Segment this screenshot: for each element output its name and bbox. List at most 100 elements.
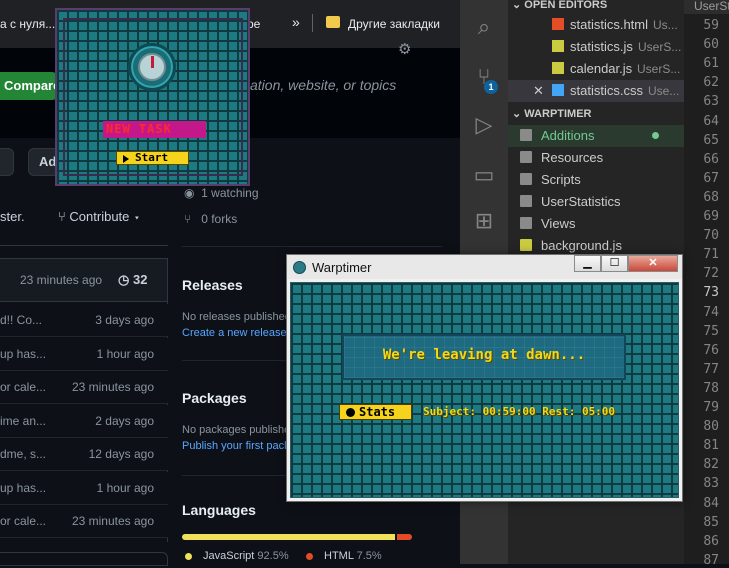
language-pct: 92.5%: [257, 550, 289, 562]
history-icon: ◷: [118, 272, 133, 287]
start-button[interactable]: Start: [116, 151, 189, 165]
folder-item[interactable]: UserStatistics: [508, 191, 684, 213]
folder-item[interactable]: Views: [508, 213, 684, 235]
new-task-input[interactable]: NEW TASK: [103, 121, 206, 138]
folder-item[interactable]: Additions: [508, 125, 684, 147]
timer-readout: Subject: 00:59:00 Rest: 05:00: [423, 405, 616, 418]
compare-button[interactable]: Compare: [0, 72, 60, 100]
packages-heading[interactable]: Packages: [182, 390, 247, 406]
commit-age: 1 hour ago: [96, 480, 154, 495]
watching-link[interactable]: ◉ 1 watching: [184, 186, 259, 200]
html-file-icon: [552, 18, 564, 30]
language-javascript[interactable]: JavaScript 92.5%: [203, 550, 289, 562]
item-name: UserStatistics: [541, 194, 621, 209]
more-bookmarks-icon[interactable]: »: [292, 14, 300, 30]
watching-count: 1 watching: [201, 186, 259, 200]
file-path-hint: Us...: [653, 18, 678, 32]
file-name: statistics.css: [570, 83, 643, 98]
branch-button[interactable]: [0, 148, 14, 176]
editor-tab[interactable]: UserSt: [684, 0, 729, 14]
commit-message[interactable]: or cale...: [0, 380, 70, 394]
language-name: JavaScript: [203, 550, 255, 562]
source-control-badge: 1: [484, 80, 498, 94]
divider: [182, 246, 442, 247]
language-name: HTML: [324, 550, 354, 562]
commit-message[interactable]: d!! Co...: [0, 313, 70, 327]
line-number: 79: [703, 400, 719, 415]
open-editor-item[interactable]: ✕ statistics.css Use...: [508, 80, 684, 102]
item-name: Additions: [541, 128, 595, 143]
folder-icon: [520, 195, 532, 207]
line-number: 59: [703, 18, 719, 33]
other-bookmarks-link[interactable]: Другие закладки: [348, 17, 440, 31]
language-html[interactable]: HTML 7.5%: [324, 550, 382, 562]
branch-status-text: ster.: [0, 209, 25, 224]
js-file-icon: [552, 40, 564, 52]
language-bar-html: [397, 534, 412, 540]
publish-package-link[interactable]: Publish your first packa: [182, 440, 296, 452]
line-number: 72: [703, 266, 719, 282]
item-name: Views: [541, 216, 576, 231]
pie-chart-icon: [346, 408, 355, 417]
folder-item[interactable]: Scripts: [508, 169, 684, 191]
commit-message[interactable]: or cale...: [0, 514, 70, 528]
maximize-button[interactable]: ☐: [601, 255, 628, 272]
file-path-hint: UserS...: [638, 40, 682, 54]
commit-age: 1 hour ago: [96, 346, 154, 361]
open-editor-item[interactable]: statistics.html Us...: [508, 14, 684, 36]
folder-icon: [520, 129, 532, 141]
start-label: Start: [135, 151, 169, 164]
line-number: 70: [703, 228, 719, 244]
file-row[interactable]: up has... 1 hour ago: [0, 337, 168, 371]
extensions-icon[interactable]: ⊞: [472, 208, 496, 234]
html-dot-icon: [306, 553, 313, 560]
commit-message[interactable]: dme, s...: [0, 447, 70, 461]
folder-icon: [520, 217, 532, 229]
line-number: 84: [703, 495, 719, 511]
line-number: 85: [703, 514, 719, 530]
file-row[interactable]: d!! Co... 3 days ago: [0, 304, 168, 337]
forks-link[interactable]: ⑂ 0 forks: [184, 212, 237, 226]
line-number: 81: [703, 438, 719, 454]
open-editor-item[interactable]: calendar.js UserS...: [508, 58, 684, 80]
line-number: 76: [703, 342, 719, 358]
releases-heading[interactable]: Releases: [182, 277, 243, 293]
file-row[interactable]: up has... 1 hour ago: [0, 471, 168, 505]
open-editor-item[interactable]: statistics.js UserS...: [508, 36, 684, 58]
close-icon[interactable]: ✕: [533, 83, 544, 99]
file-row[interactable]: ime an... 2 days ago: [0, 404, 168, 438]
search-icon[interactable]: ⌕: [472, 14, 496, 40]
contribute-button[interactable]: ⑂ Contribute ▾: [58, 209, 141, 224]
chevron-down-icon: ⌄: [512, 0, 525, 11]
line-number: 64: [703, 113, 719, 129]
commit-age: 2 days ago: [95, 413, 154, 428]
releases-text: No releases published: [182, 311, 291, 323]
line-number: 82: [703, 457, 719, 473]
commit-time[interactable]: 23 minutes ago: [20, 273, 102, 287]
open-editors-header[interactable]: ⌄ OPEN EDITORS: [512, 0, 607, 11]
line-number: 78: [703, 380, 719, 396]
workspace-label: WARPTIMER: [524, 108, 592, 120]
eye-icon: ◉: [184, 186, 198, 200]
stats-label: Stats: [359, 405, 396, 419]
minimize-button[interactable]: ▁: [574, 255, 601, 272]
commit-message[interactable]: up has...: [0, 481, 70, 495]
file-row[interactable]: dme, s... 12 days ago: [0, 438, 168, 471]
close-button[interactable]: ✕: [628, 255, 678, 272]
file-row[interactable]: or cale... 23 minutes ago: [0, 371, 168, 404]
forks-count: 0 forks: [201, 212, 238, 226]
create-release-link[interactable]: Create a new release: [182, 327, 287, 339]
gear-icon[interactable]: ⚙: [398, 40, 411, 58]
line-number: 77: [703, 361, 719, 377]
commit-message[interactable]: ime an...: [0, 414, 70, 428]
file-row[interactable]: or cale... 23 minutes ago: [0, 505, 168, 538]
bookmark-item[interactable]: а с нуля...: [0, 17, 55, 31]
workspace-header[interactable]: ⌄ WARPTIMER: [512, 107, 592, 120]
commit-message[interactable]: up has...: [0, 347, 70, 361]
stats-button[interactable]: Stats: [339, 404, 412, 420]
remote-explorer-icon[interactable]: ▭: [472, 162, 496, 188]
commit-history-link[interactable]: ◷ 32: [118, 272, 147, 288]
line-number: 67: [703, 170, 719, 186]
folder-item[interactable]: Resources: [508, 147, 684, 169]
run-debug-icon[interactable]: ▷: [472, 112, 496, 138]
